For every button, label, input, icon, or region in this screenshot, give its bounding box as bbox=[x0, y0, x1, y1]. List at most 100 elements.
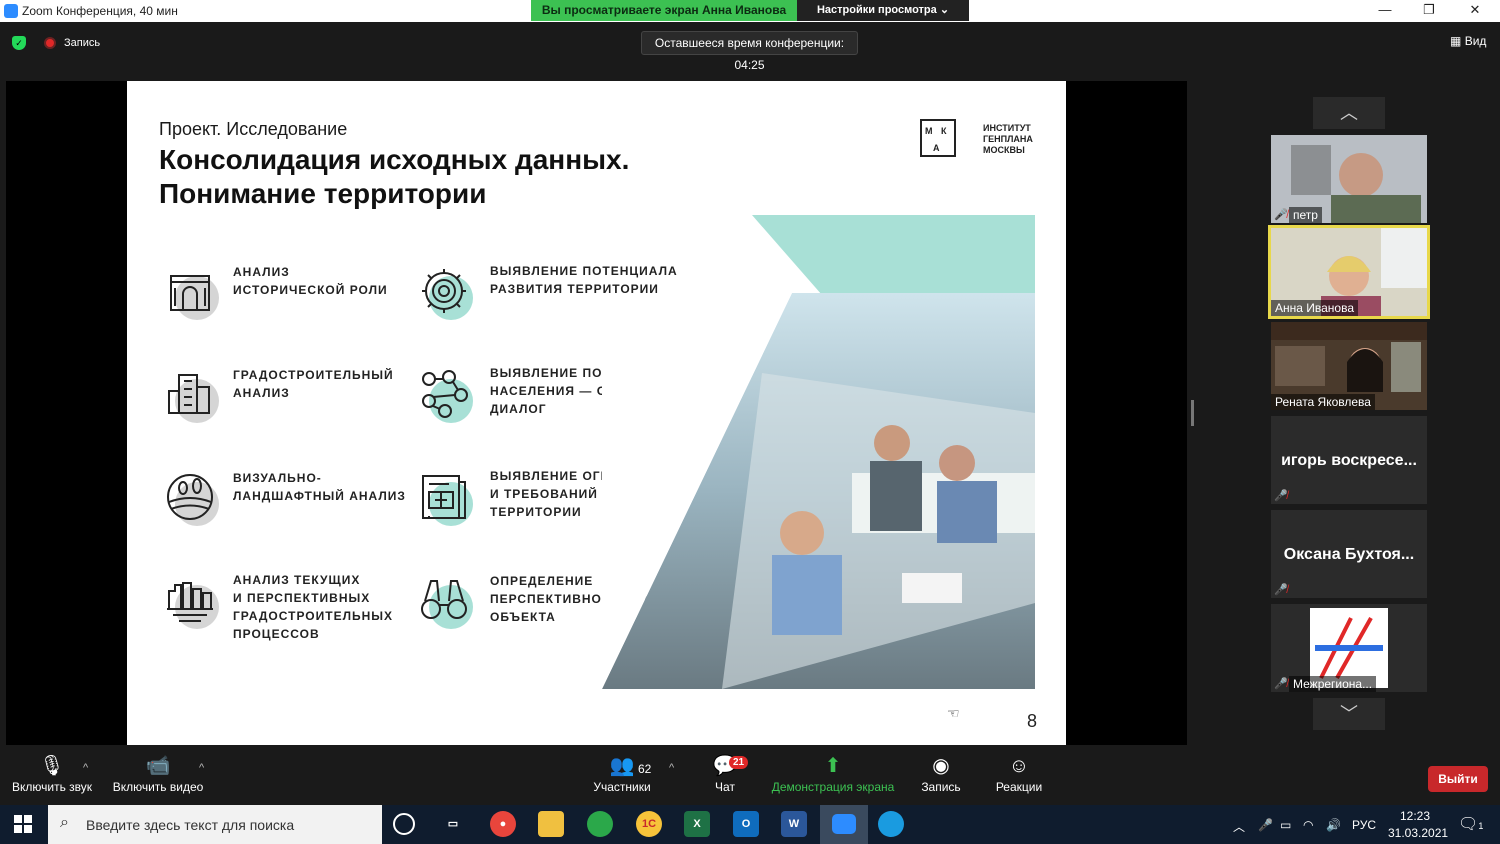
slide-subtitle: Проект. Исследование bbox=[159, 119, 348, 139]
unmute-button[interactable]: 🎙 Включить звук bbox=[10, 752, 94, 794]
gallery-scroll-down-button[interactable]: ﹀ bbox=[1313, 698, 1385, 730]
taskbar-clock[interactable]: 12:23 31.03.2021 bbox=[1388, 808, 1449, 842]
chat-unread-badge: 21 bbox=[729, 756, 749, 769]
gear-icon bbox=[419, 266, 473, 320]
participants-label: Участники bbox=[593, 780, 651, 794]
file-explorer-icon[interactable] bbox=[538, 811, 564, 837]
start-video-label: Включить видео bbox=[112, 780, 204, 794]
maximize-button[interactable]: ❐ bbox=[1414, 2, 1444, 20]
browser-app-icon[interactable] bbox=[587, 811, 613, 837]
muted-mic-icon: 🎤̸ bbox=[1274, 678, 1288, 690]
search-icon: ⌕ bbox=[60, 814, 69, 831]
binoculars-icon bbox=[419, 575, 473, 629]
1c-icon[interactable]: 1С bbox=[636, 811, 662, 837]
participant-name: Рената Яковлева bbox=[1271, 394, 1375, 410]
grid-view-icon: ▦ bbox=[1450, 34, 1462, 48]
urban-buildings-icon bbox=[165, 369, 219, 423]
view-button[interactable]: ▦ Вид bbox=[1450, 34, 1486, 48]
microphone-icon[interactable]: 🎤 bbox=[1258, 818, 1273, 832]
task-view-icon[interactable]: ▭ bbox=[440, 811, 466, 837]
start-video-button[interactable]: 📹 Включить видео bbox=[111, 752, 205, 794]
hand-cursor-icon: ☜ bbox=[947, 705, 960, 721]
slide-page-number: 8 bbox=[1027, 711, 1038, 731]
reactions-icon: ☺ bbox=[1008, 755, 1030, 777]
clock-date: 31.03.2021 bbox=[1388, 826, 1449, 840]
participant-name: Межрегиона... bbox=[1289, 676, 1377, 692]
chrome-icon[interactable]: ● bbox=[490, 811, 516, 837]
windows-start-icon[interactable] bbox=[14, 815, 32, 833]
excel-icon[interactable]: X bbox=[684, 811, 710, 837]
reactions-label: Реакции bbox=[995, 780, 1043, 794]
headline-line-1: Консолидация исходных данных. bbox=[159, 144, 630, 175]
participant-tile[interactable]: игорь воскресе... 🎤̸ bbox=[1271, 416, 1427, 504]
decorative-mint-shape bbox=[752, 215, 1035, 295]
screen-share-banner: Вы просматриваете экран Анна Иванова bbox=[531, 0, 797, 21]
participant-tile[interactable]: 🎤̸ петр bbox=[1271, 135, 1427, 223]
leave-meeting-button[interactable]: Выйти bbox=[1428, 766, 1488, 792]
audio-options-caret[interactable]: ^ bbox=[83, 762, 88, 774]
recording-label[interactable]: Запись bbox=[64, 37, 100, 49]
logo-letter-k: К bbox=[941, 126, 947, 136]
time-remaining-indicator: Оставшееся время конференции: 04:25 bbox=[641, 31, 858, 72]
institute-logo-text: ИНСТИТУТ ГЕНПЛАНА МОСКВЫ bbox=[983, 123, 1063, 156]
muted-mic-icon: 🎙 bbox=[39, 755, 65, 777]
view-label: Вид bbox=[1464, 34, 1487, 48]
city-processes-icon bbox=[165, 575, 219, 629]
chat-label: Чат bbox=[715, 780, 735, 794]
participant-tile[interactable]: Рената Яковлева bbox=[1271, 322, 1427, 410]
zoom-app-icon bbox=[832, 814, 856, 834]
presentation-slide: Проект. Исследование Консолидация исходн… bbox=[127, 81, 1066, 745]
share-screen-button[interactable]: ⬆ Демонстрация экрана bbox=[770, 752, 896, 794]
close-button[interactable]: ✕ bbox=[1460, 2, 1490, 20]
muted-mic-icon: 🎤̸ bbox=[1274, 490, 1288, 502]
participants-options-caret[interactable]: ^ bbox=[669, 762, 674, 774]
office-photo bbox=[602, 293, 1035, 689]
minimize-button[interactable]: — bbox=[1370, 2, 1400, 20]
video-off-icon: 📹 bbox=[145, 755, 171, 777]
share-screen-icon: ⬆ bbox=[824, 755, 842, 777]
document-plan-icon bbox=[419, 472, 473, 526]
item-label-processes: АНАЛИЗ ТЕКУЩИХ И ПЕРСПЕКТИВНЫХ ГРАДОСТРОИТ… bbox=[233, 573, 394, 641]
language-indicator[interactable]: РУС bbox=[1352, 818, 1376, 832]
participant-tile[interactable]: 🎤̸ Межрегиона... bbox=[1271, 604, 1427, 692]
tray-chevron-icon[interactable]: ︿ bbox=[1233, 818, 1245, 835]
reactions-button[interactable]: ☺ Реакции bbox=[993, 752, 1045, 794]
wifi-icon[interactable]: ◠ bbox=[1303, 818, 1313, 832]
institute-logo-mark: М К А bbox=[920, 119, 956, 157]
edge-icon[interactable] bbox=[878, 811, 904, 837]
logo-text-line-3: МОСКВЫ bbox=[983, 145, 1025, 155]
gallery-scroll-up-button[interactable]: ︿ bbox=[1313, 97, 1385, 129]
item-label-urban: ГРАДОСТРОИТЕЛЬНЫЙ АНАЛИЗ bbox=[233, 368, 394, 400]
recording-dot-icon bbox=[44, 37, 56, 49]
participant-name: игорь воскресе... bbox=[1281, 452, 1417, 469]
security-shield-icon[interactable]: ✓ bbox=[12, 36, 26, 50]
volume-icon[interactable]: 🔊 bbox=[1326, 818, 1341, 832]
battery-icon[interactable]: ▭ bbox=[1280, 818, 1291, 832]
zoom-taskbar-icon[interactable] bbox=[820, 805, 868, 844]
participant-name: Оксана Бухтоя... bbox=[1283, 546, 1415, 563]
notification-count: 1 bbox=[1478, 821, 1484, 831]
logo-letter-a: А bbox=[933, 143, 940, 153]
word-icon[interactable]: W bbox=[781, 811, 807, 837]
participant-tile-active[interactable]: Анна Иванова bbox=[1268, 225, 1430, 319]
cortana-icon[interactable] bbox=[393, 813, 415, 835]
view-settings-dropdown[interactable]: Настройки просмотра ⌄ bbox=[797, 0, 969, 21]
video-options-caret[interactable]: ^ bbox=[199, 762, 204, 774]
window-title: Zoom Конференция, 40 мин bbox=[22, 4, 178, 18]
sidebar-resize-handle[interactable] bbox=[1191, 400, 1194, 426]
headline-line-2: Понимание территории bbox=[159, 178, 487, 209]
record-icon: ◉ bbox=[932, 755, 950, 777]
item-label-historic: АНАЛИЗ ИСТОРИЧЕСКОЙ РОЛИ bbox=[233, 265, 388, 297]
logo-letter-m: М bbox=[925, 126, 933, 136]
muted-mic-icon: 🎤̸ bbox=[1274, 209, 1288, 221]
historic-building-icon bbox=[165, 266, 219, 320]
outlook-icon[interactable]: O bbox=[733, 811, 759, 837]
notification-center-icon[interactable]: 🗨1 bbox=[1458, 814, 1483, 834]
zoom-app-icon bbox=[4, 4, 18, 18]
share-screen-label: Демонстрация экрана bbox=[771, 780, 895, 794]
logo-text-line-2: ГЕНПЛАНА bbox=[983, 134, 1033, 144]
record-button[interactable]: ◉ Запись bbox=[915, 752, 967, 794]
taskbar-search-input[interactable]: ⌕ Введите здесь текст для поиска bbox=[48, 805, 382, 844]
participant-tile[interactable]: Оксана Бухтоя... 🎤̸ bbox=[1271, 510, 1427, 598]
participants-count: 62 bbox=[638, 762, 652, 776]
